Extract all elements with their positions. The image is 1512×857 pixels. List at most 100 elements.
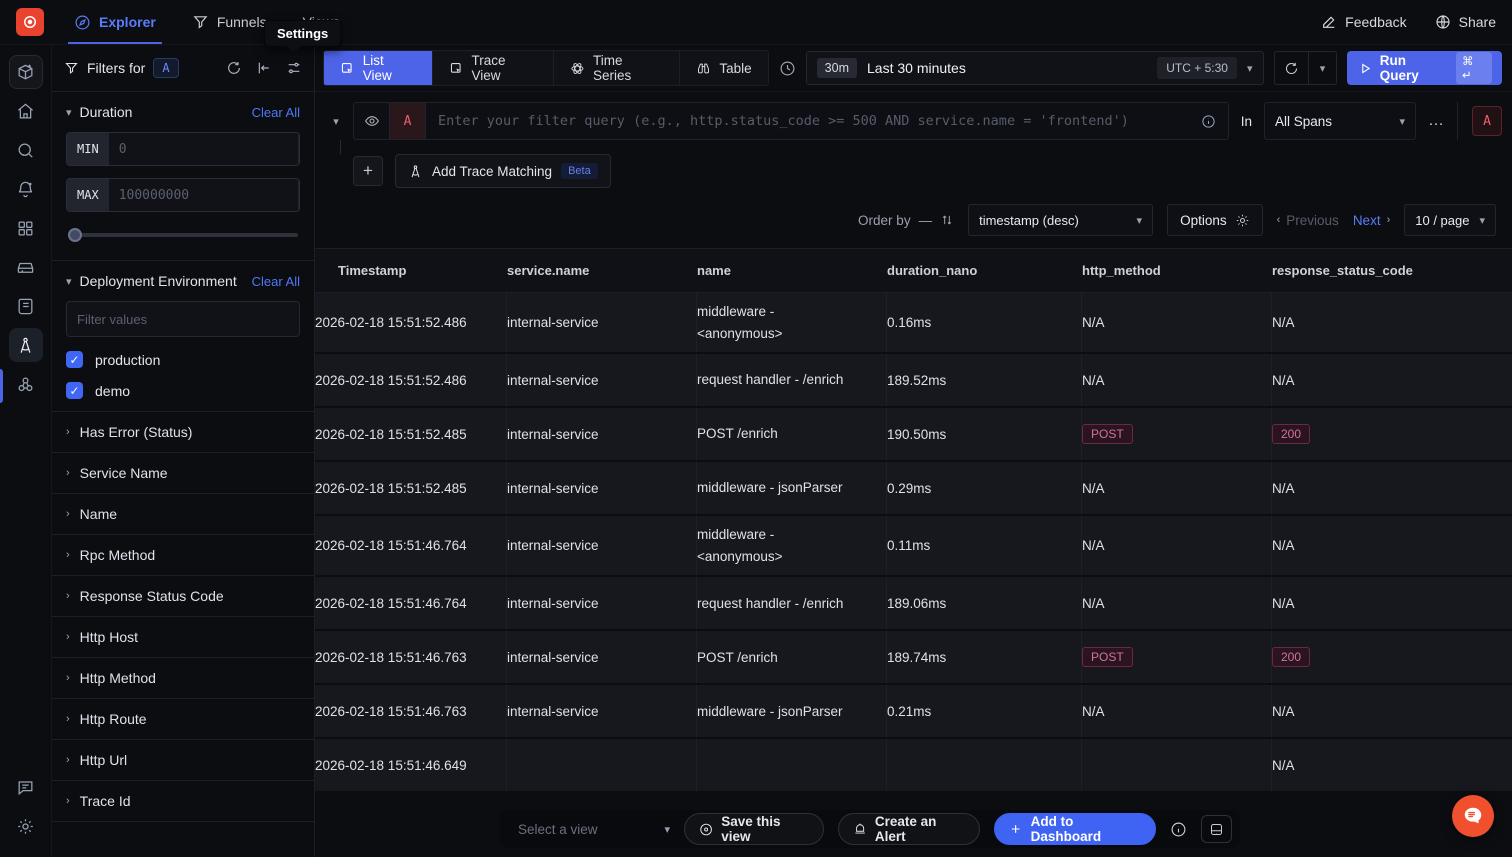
filter-section-header[interactable]: › Service Name <box>52 453 314 493</box>
table-row[interactable]: 2026-02-18 15:51:52.485 internal-service… <box>315 408 1512 462</box>
rail-services-button[interactable] <box>9 250 43 284</box>
filter-section-header[interactable]: › Trace Id <box>52 781 314 821</box>
table-row[interactable]: 2026-02-18 15:51:46.763 internal-service… <box>315 631 1512 685</box>
query-badge-right[interactable]: A <box>1472 106 1502 136</box>
create-alert-button[interactable]: Create an Alert <box>838 813 981 845</box>
duration-section: ▾ Duration Clear All MIN ms MAX ms <box>52 92 314 261</box>
chevron-down-icon: ▾ <box>1137 214 1143 227</box>
feedback-button[interactable]: Feedback <box>1321 14 1406 30</box>
tab-table[interactable]: Table <box>680 51 767 85</box>
add-query-button[interactable]: + <box>353 156 383 186</box>
filter-section-header[interactable]: › Http Url <box>52 740 314 780</box>
toggle-panel-button[interactable] <box>1201 815 1232 843</box>
add-to-dashboard-button[interactable]: Add to Dashboard <box>994 813 1156 845</box>
nav-rail <box>0 45 52 857</box>
filter-section-header[interactable]: › Http Method <box>52 658 314 698</box>
table-row[interactable]: 2026-02-18 15:51:52.486 internal-service… <box>315 293 1512 354</box>
duration-min-input[interactable] <box>109 133 298 165</box>
app-logo[interactable] <box>16 8 44 36</box>
info-icon[interactable] <box>1201 114 1216 129</box>
span-scope-select[interactable]: All Spans ▾ <box>1264 102 1416 140</box>
save-view-button[interactable]: Save this view <box>684 813 824 845</box>
filter-section-header[interactable]: › Http Host <box>52 617 314 657</box>
deployment-clear-all[interactable]: Clear All <box>252 274 300 289</box>
sync-filters-icon[interactable] <box>226 60 242 76</box>
refresh-group: ▾ <box>1274 51 1337 85</box>
rail-dashboards-button[interactable] <box>9 211 43 245</box>
deployment-filter-input[interactable] <box>66 301 300 337</box>
tab-time-series[interactable]: Time Series <box>554 51 680 85</box>
rail-home-button[interactable] <box>9 94 43 128</box>
tab-list-view[interactable]: List View <box>324 51 433 85</box>
table-row[interactable]: 2026-02-18 15:51:52.485 internal-service… <box>315 462 1512 516</box>
tab-funnels[interactable]: Funnels <box>192 0 267 44</box>
rail-alerts-button[interactable] <box>9 172 43 206</box>
slider-handle[interactable] <box>68 228 82 242</box>
chevron-right-icon: › <box>66 590 70 602</box>
filter-section-header[interactable]: › Name <box>52 494 314 534</box>
options-button[interactable]: Options <box>1167 204 1263 236</box>
filter-settings-icon[interactable] <box>286 60 302 76</box>
view-tabs: List View Trace View Time Series Table <box>323 50 769 86</box>
filter-query-input[interactable] <box>438 113 1191 129</box>
refresh-button[interactable] <box>1275 52 1309 84</box>
drafting-compass-icon <box>16 336 35 355</box>
previous-page-button[interactable]: ‹ Previous <box>1277 213 1339 228</box>
filter-section-header[interactable]: › Rpc Method <box>52 535 314 575</box>
funnel-icon <box>192 14 209 31</box>
tab-funnels-label: Funnels <box>217 14 267 30</box>
run-query-button[interactable]: Run Query ⌘ ↵ <box>1347 51 1502 85</box>
rail-support-button[interactable] <box>9 770 43 804</box>
refresh-icon <box>1284 61 1299 76</box>
refresh-interval-dropdown[interactable]: ▾ <box>1308 52 1336 84</box>
duration-clear-all[interactable]: Clear All <box>252 105 300 120</box>
filter-option[interactable]: ✓ production <box>66 351 300 368</box>
table-row[interactable]: 2026-02-18 15:51:46.764 internal-service… <box>315 516 1512 577</box>
order-by-value: timestamp (desc) <box>979 213 1079 228</box>
checkbox-checked-icon[interactable]: ✓ <box>66 351 83 368</box>
collapse-panel-icon[interactable] <box>256 60 272 76</box>
filter-query-badge[interactable]: A <box>153 58 178 78</box>
checkbox-checked-icon[interactable]: ✓ <box>66 382 83 399</box>
rail-logs-button[interactable] <box>9 289 43 323</box>
query-collapse-button[interactable]: ▾ <box>323 115 349 128</box>
chevron-right-icon: › <box>66 713 70 725</box>
page-size-select[interactable]: 10 / page ▾ <box>1404 204 1496 236</box>
query-name-badge[interactable]: A <box>390 103 426 139</box>
tab-explorer[interactable]: Explorer <box>74 0 156 44</box>
share-button[interactable]: Share <box>1435 14 1496 30</box>
duration-slider[interactable] <box>68 228 298 242</box>
timezone-badge[interactable]: UTC + 5:30 <box>1157 57 1237 79</box>
query-visibility-toggle[interactable] <box>354 103 390 139</box>
duration-max-input[interactable] <box>109 179 298 211</box>
chevron-down-icon: ▾ <box>665 823 671 836</box>
table-row[interactable]: 2026-02-18 15:51:52.486 internal-service… <box>315 354 1512 408</box>
table-row[interactable]: 2026-02-18 15:51:46.649 N/A <box>315 739 1512 793</box>
previous-label: Previous <box>1286 213 1339 228</box>
chevron-down-icon[interactable]: ▾ <box>66 106 72 119</box>
filter-option[interactable]: ✓ demo <box>66 382 300 399</box>
min-label: MIN <box>67 133 109 165</box>
order-by-select[interactable]: timestamp (desc) ▾ <box>968 204 1153 236</box>
settings-tooltip: Settings <box>264 20 341 47</box>
table-row[interactable]: 2026-02-18 15:51:46.764 internal-service… <box>315 577 1512 631</box>
filter-section-header[interactable]: › Has Error (Status) <box>52 412 314 452</box>
filter-section-header[interactable]: › Http Route <box>52 699 314 739</box>
rail-integrations-button[interactable] <box>9 367 43 401</box>
chat-widget-button[interactable] <box>1452 795 1494 837</box>
select-view-dropdown[interactable]: Select a view ▾ <box>518 822 670 837</box>
table-row[interactable]: 2026-02-18 15:51:46.763 internal-service… <box>315 685 1512 739</box>
info-icon[interactable] <box>1170 821 1187 838</box>
cell-service-name: internal-service <box>507 293 697 352</box>
tab-trace-view[interactable]: Trace View <box>433 51 555 85</box>
chevron-down-icon[interactable]: ▾ <box>66 275 72 288</box>
rail-onboarding-button[interactable] <box>9 55 43 89</box>
rail-settings-button[interactable] <box>9 809 43 843</box>
query-more-button[interactable]: … <box>1416 112 1457 130</box>
filter-section-header[interactable]: › Response Status Code <box>52 576 314 616</box>
rail-search-button[interactable] <box>9 133 43 167</box>
add-trace-matching-button[interactable]: Add Trace Matching Beta <box>395 154 611 188</box>
next-page-button[interactable]: Next › <box>1353 213 1390 228</box>
rail-traces-button[interactable] <box>9 328 43 362</box>
time-range-picker[interactable]: 30m Last 30 minutes UTC + 5:30 ▾ <box>806 51 1264 85</box>
